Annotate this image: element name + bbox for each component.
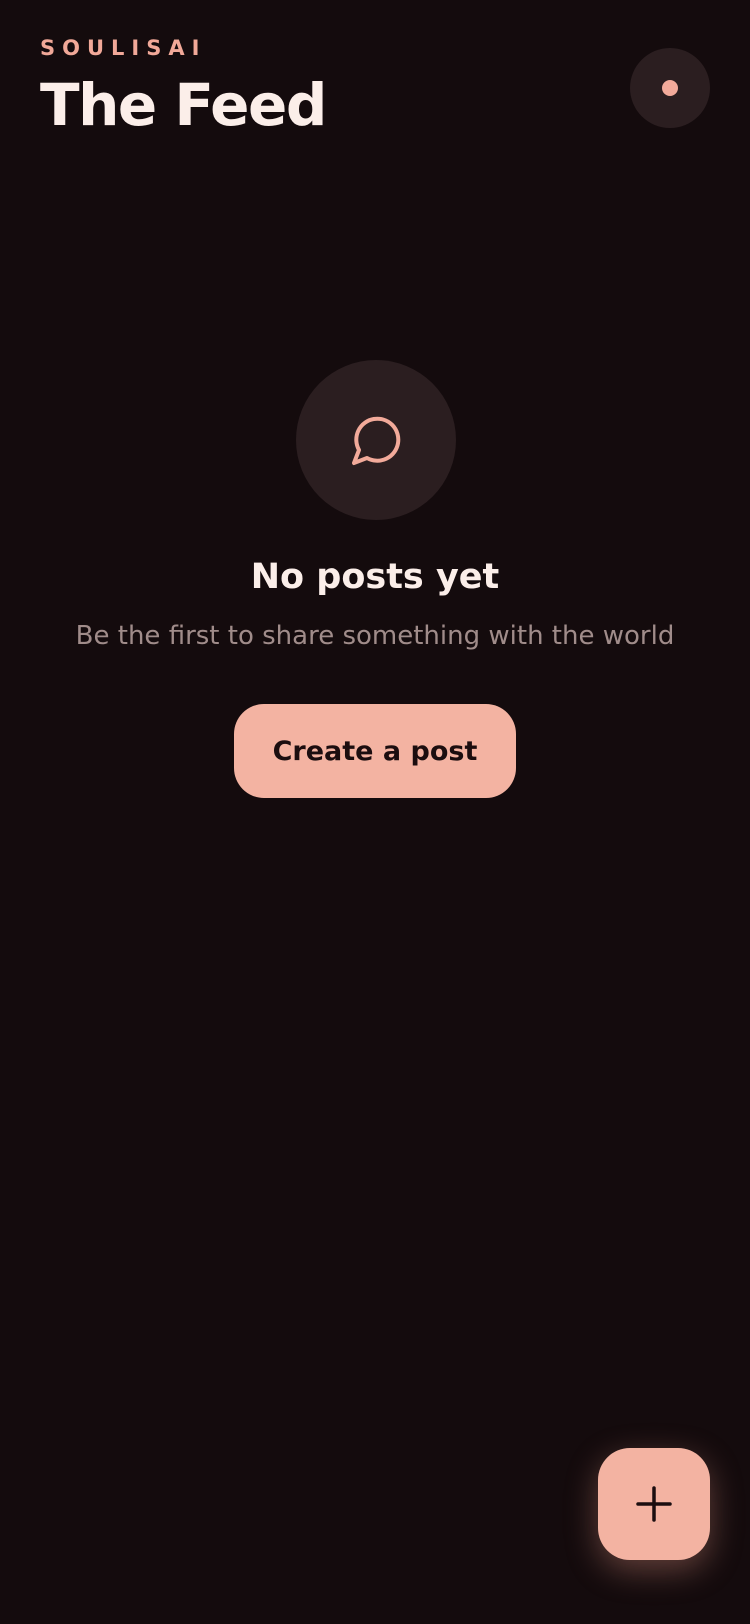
brand-label: SOULISAI <box>40 36 207 60</box>
profile-button[interactable] <box>630 48 710 128</box>
empty-state-title: No posts yet <box>250 557 500 597</box>
status-dot-icon <box>662 80 678 96</box>
page-title: The Feed <box>40 71 327 139</box>
plus-icon <box>636 1486 672 1522</box>
new-post-fab[interactable] <box>598 1448 710 1560</box>
header: SOULISAI The Feed <box>40 34 327 140</box>
create-post-button[interactable]: Create a post <box>234 704 516 798</box>
empty-state-icon-container <box>296 360 456 520</box>
create-post-button-label: Create a post <box>272 735 478 767</box>
chat-bubble-icon <box>352 416 401 465</box>
empty-state-subtitle: Be the first to share something with the… <box>75 621 675 651</box>
